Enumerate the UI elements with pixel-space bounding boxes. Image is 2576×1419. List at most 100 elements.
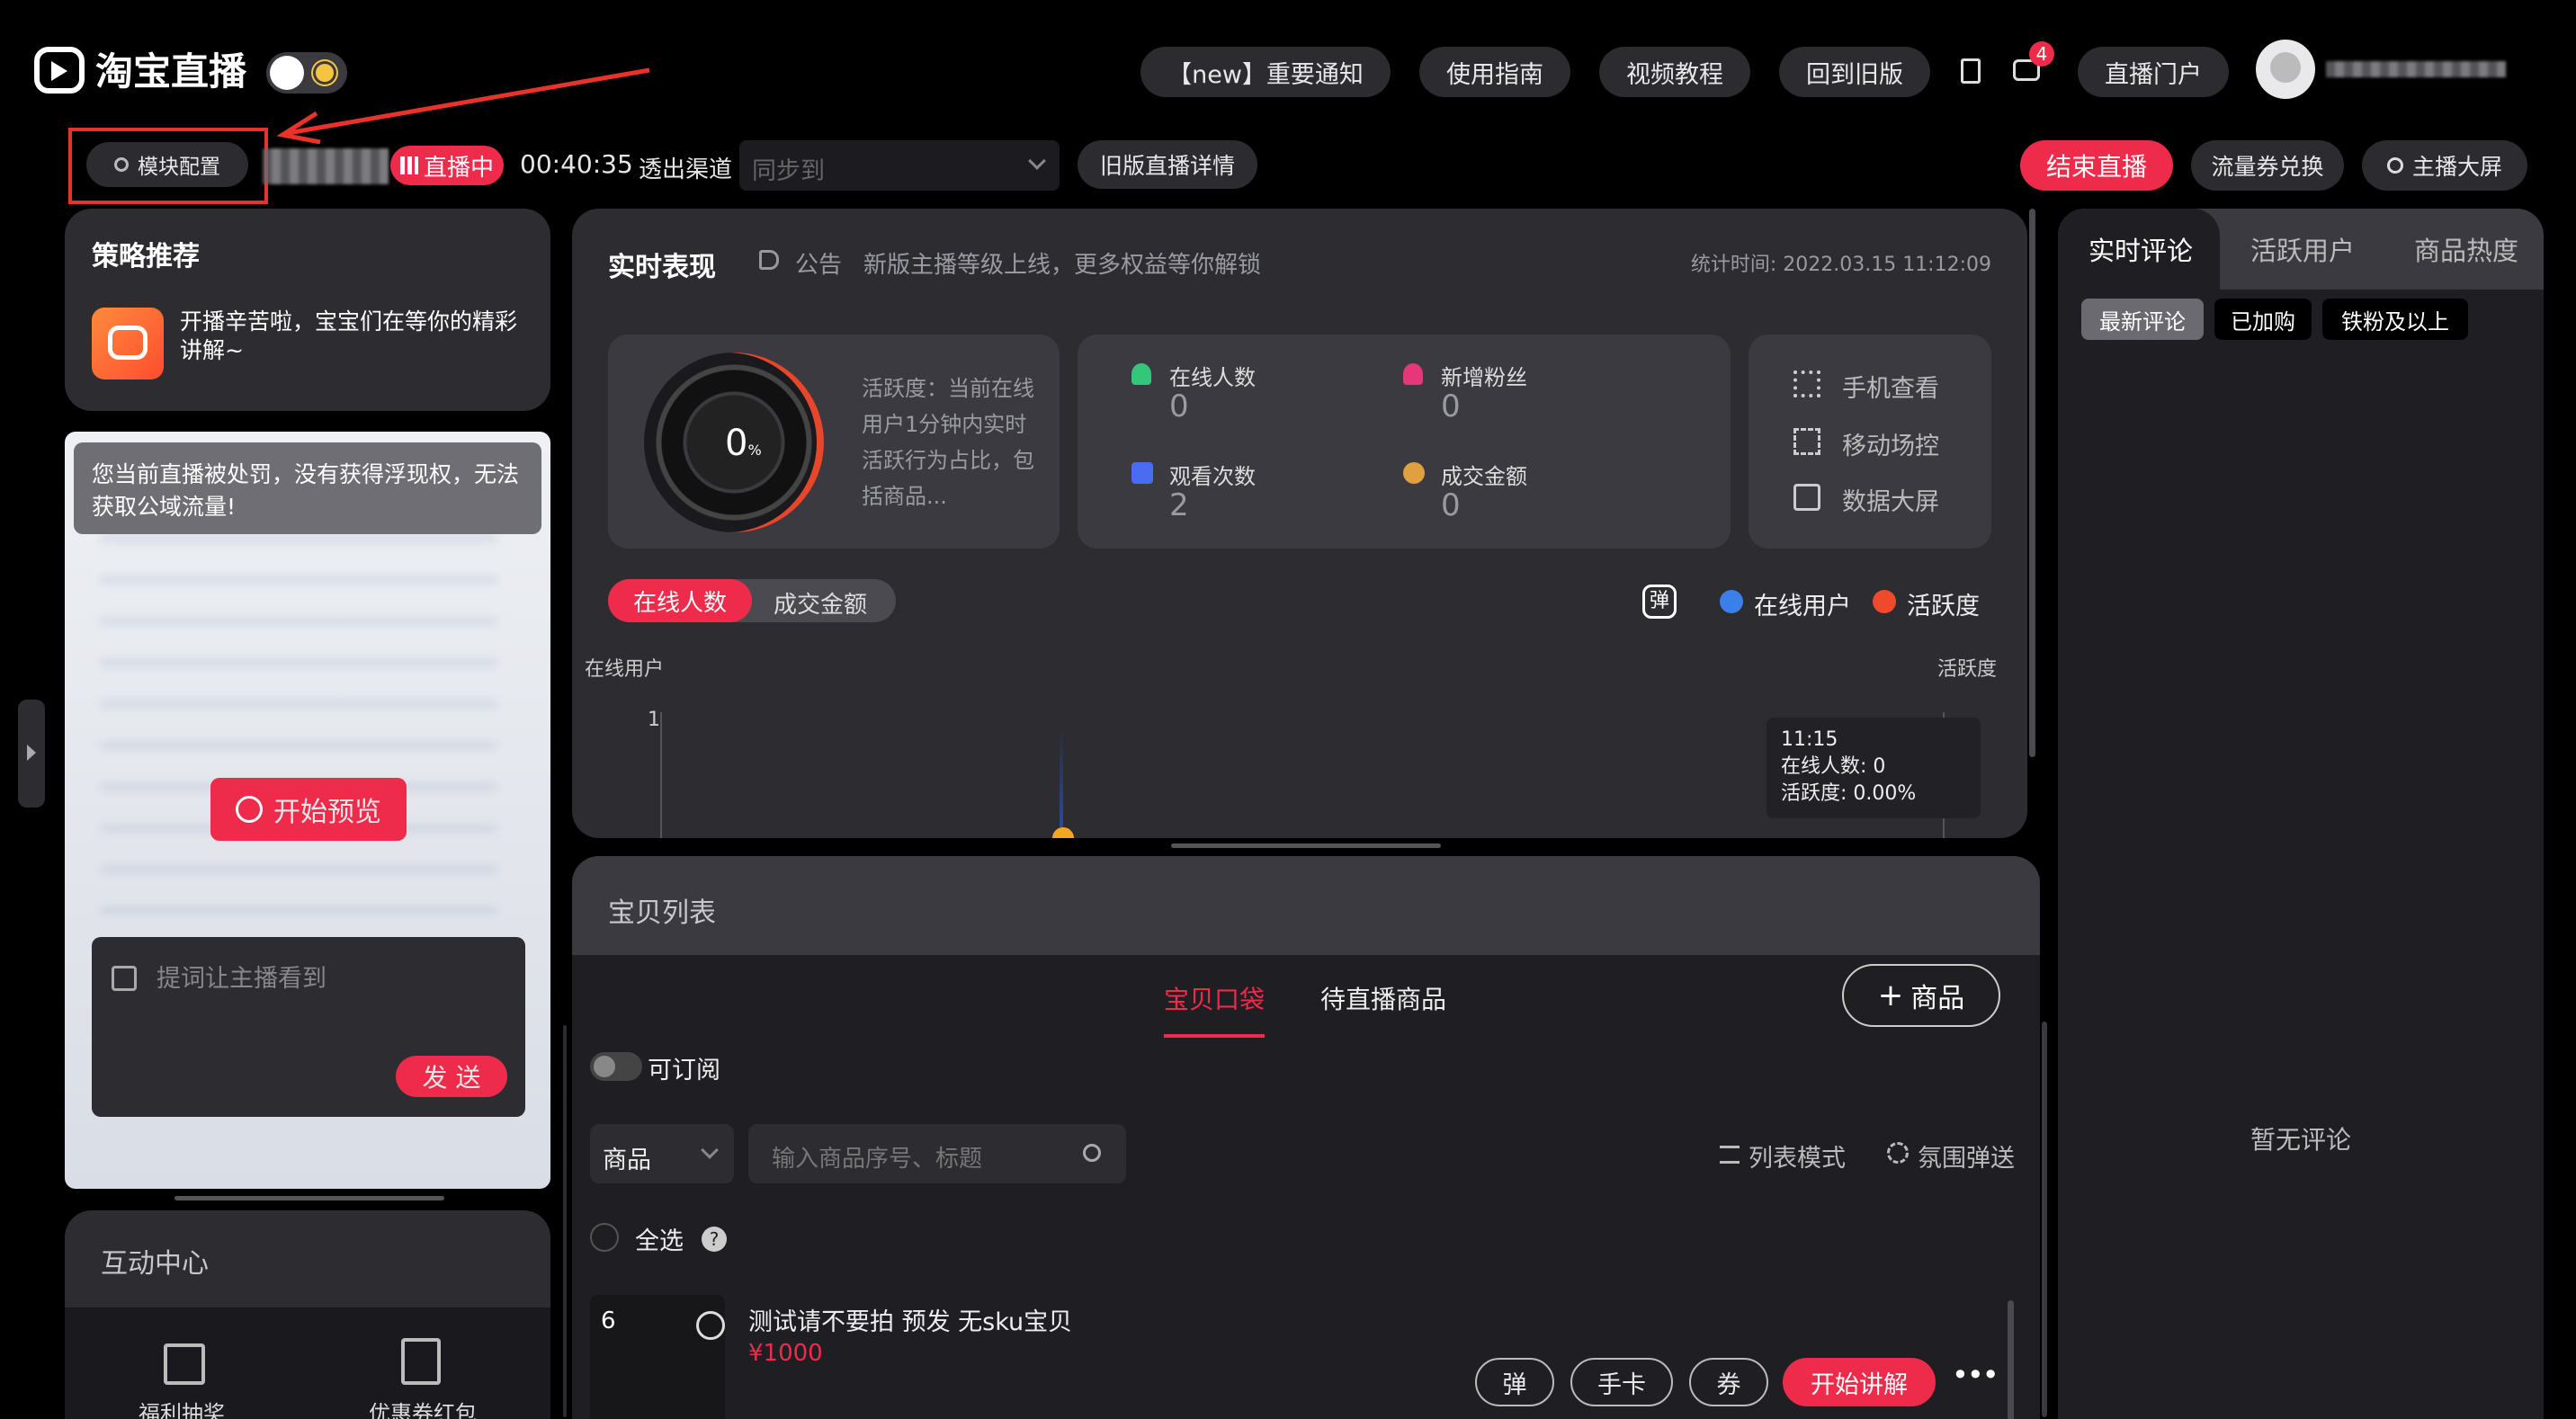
main-scrollbar[interactable] — [2029, 209, 2035, 757]
card-action-button[interactable]: 手卡 — [1570, 1358, 1673, 1406]
product-scrollbar[interactable] — [2008, 1300, 2014, 1419]
atmosphere-button[interactable]: 氛围弹送 — [1918, 1138, 2015, 1174]
product-search-input[interactable]: 输入商品序号、标题 — [748, 1124, 1126, 1183]
page-scrollbar[interactable] — [2042, 1022, 2047, 1417]
tab-realtime-comments[interactable]: 实时评论 — [2089, 230, 2193, 268]
gift-icon[interactable] — [164, 1343, 205, 1385]
list-mode-icon[interactable] — [1720, 1146, 1740, 1164]
user-guide-button[interactable]: 使用指南 — [1419, 47, 1570, 97]
notice-label: 公告 — [795, 252, 843, 279]
chart-point — [1052, 827, 1074, 838]
product-title-text[interactable]: 测试请不要拍 预发 无sku宝贝 — [748, 1302, 1072, 1337]
notice-text[interactable]: 新版主播等级上线，更多权益等你解锁 — [863, 246, 1261, 280]
left-panel-scrollbar[interactable] — [563, 1025, 567, 1417]
sync-select[interactable]: 同步到 — [739, 140, 1060, 191]
mobile-control-link[interactable]: 移动场控 — [1842, 426, 1939, 461]
help-icon[interactable]: ? — [702, 1227, 727, 1252]
list-mode-button[interactable]: 列表模式 — [1749, 1138, 1846, 1174]
scan-icon[interactable] — [1793, 428, 1820, 455]
document-icon[interactable] — [1961, 58, 1981, 84]
product-checkbox[interactable] — [696, 1311, 725, 1340]
filter-iron-fans[interactable]: 铁粉及以上 — [2322, 299, 2468, 340]
avatar[interactable] — [2256, 40, 2315, 99]
video-tutorial-button[interactable]: 视频教程 — [1599, 47, 1750, 97]
chart-spike — [1060, 728, 1063, 827]
person-icon — [2386, 157, 2403, 174]
sparkle-icon[interactable] — [1887, 1142, 1909, 1164]
prompt-box[interactable]: 提词让主播看到 发 送 — [92, 937, 525, 1117]
penalty-warning: 您当前直播被处罚，没有获得浮现权，无法获取公域流量! — [74, 442, 541, 534]
product-index: 6 — [601, 1307, 616, 1334]
toggle-online[interactable]: 在线人数 — [608, 579, 752, 622]
category-select[interactable]: 商品 — [590, 1124, 734, 1183]
room-name-redacted — [263, 148, 389, 184]
y-axis-tick: 1 — [648, 709, 660, 731]
empty-comments: 暂无评论 — [2250, 1125, 2352, 1155]
stat-label-views: 观看次数 — [1169, 464, 1256, 489]
app-title: 淘宝直播 — [95, 49, 247, 94]
start-preview-button[interactable]: 开始预览 — [210, 778, 407, 841]
mobile-view-link[interactable]: 手机查看 — [1842, 369, 1939, 404]
strategy-logo-icon — [92, 308, 164, 379]
filter-latest[interactable]: 最新评论 — [2081, 299, 2204, 340]
module-config-button[interactable]: 模块配置 — [86, 142, 248, 187]
anchor-screen-button[interactable]: 主播大屏 — [2362, 140, 2527, 191]
comments-panel: 实时评论 活跃用户 商品热度 最新评论 已加购 铁粉及以上 暂无评论 — [2058, 209, 2544, 1419]
prompt-placeholder: 提词让主播看到 — [157, 965, 326, 993]
live-portal-button[interactable]: 直播门户 — [2078, 47, 2229, 97]
gauge-value: 0% — [725, 423, 762, 464]
chevron-right-icon — [27, 745, 36, 761]
select-all-label: 全选 — [635, 1227, 684, 1255]
coupon-action-button[interactable]: 券 — [1689, 1358, 1768, 1406]
data-screen-link[interactable]: 数据大屏 — [1842, 482, 1939, 517]
product-price: ¥1000 — [748, 1340, 823, 1367]
strategy-message: 开播辛苦啦，宝宝们在等你的精彩讲解~ — [180, 308, 518, 363]
danmu-action-button[interactable]: 弹 — [1475, 1358, 1554, 1406]
stats-card: 在线人数 0 新增粉丝 0 观看次数 2 成交金额 0 — [1078, 335, 1731, 549]
important-notice-button[interactable]: 【new】重要通知 — [1140, 47, 1391, 97]
strategy-title: 策略推荐 — [92, 241, 200, 272]
chevron-down-icon — [1028, 152, 1046, 170]
danmu-toggle[interactable]: 弹 — [1642, 585, 1677, 619]
tab-product-heat[interactable]: 商品热度 — [2414, 230, 2518, 268]
left-scroll-indicator[interactable] — [174, 1196, 444, 1200]
online-user-icon — [1131, 363, 1151, 385]
old-live-detail-button[interactable]: 旧版直播详情 — [1078, 140, 1257, 189]
bars-icon — [399, 156, 418, 174]
add-product-button[interactable]: + 商品 — [1842, 964, 2000, 1027]
tab-active-users[interactable]: 活跃用户 — [2250, 230, 2355, 268]
sidebar-expand-handle[interactable] — [18, 700, 45, 808]
data-screen-icon[interactable] — [1793, 484, 1820, 511]
coupon-envelope-icon[interactable] — [401, 1338, 441, 1385]
toggle-gmv[interactable]: 成交金额 — [774, 586, 867, 620]
more-icon[interactable]: ••• — [1952, 1358, 1999, 1392]
end-live-button[interactable]: 结束直播 — [2020, 140, 2173, 191]
filter-added-cart[interactable]: 已加购 — [2214, 299, 2312, 340]
legend-activity-check[interactable] — [1873, 590, 1896, 613]
edit-icon — [112, 966, 137, 991]
send-button[interactable]: 发 送 — [396, 1056, 507, 1097]
annotation-arrow — [276, 67, 650, 144]
legend-online-label: 在线用户 — [1754, 593, 1851, 620]
search-icon[interactable] — [1083, 1144, 1101, 1162]
stat-time: 统计时间: 2022.03.15 11:12:09 — [1690, 254, 1991, 276]
tab-bag[interactable]: 宝贝口袋 — [1164, 980, 1265, 1016]
qr-code-icon[interactable] — [1793, 370, 1820, 397]
activity-description: 活跃度：当前在线用户1分钟内实时活跃行为占比，包括商品... — [862, 376, 1034, 509]
y-axis-left-label: 在线用户 — [585, 658, 665, 681]
lottery-label[interactable]: 福利抽奖 — [139, 1396, 225, 1419]
select-all-checkbox[interactable] — [590, 1223, 619, 1252]
tab-pending[interactable]: 待直播商品 — [1320, 980, 1446, 1016]
back-to-old-button[interactable]: 回到旧版 — [1779, 47, 1930, 97]
legend-online-check[interactable] — [1720, 590, 1743, 613]
traffic-coupon-button[interactable]: 流量券兑换 — [2191, 140, 2344, 191]
chevron-down-icon — [701, 1141, 719, 1159]
stat-label-online: 在线人数 — [1169, 365, 1256, 390]
coupon-label[interactable]: 优惠券红包 — [369, 1396, 477, 1419]
subscribe-switch[interactable] — [590, 1052, 642, 1081]
panel-resize-handle[interactable] — [1171, 843, 1441, 848]
tooltip-online: 在线人数: 0 — [1781, 755, 1886, 778]
tooltip-activity: 活跃度: 0.00% — [1781, 782, 1917, 805]
notification-badge: 4 — [2029, 41, 2054, 67]
start-explain-button[interactable]: 开始讲解 — [1783, 1358, 1936, 1406]
